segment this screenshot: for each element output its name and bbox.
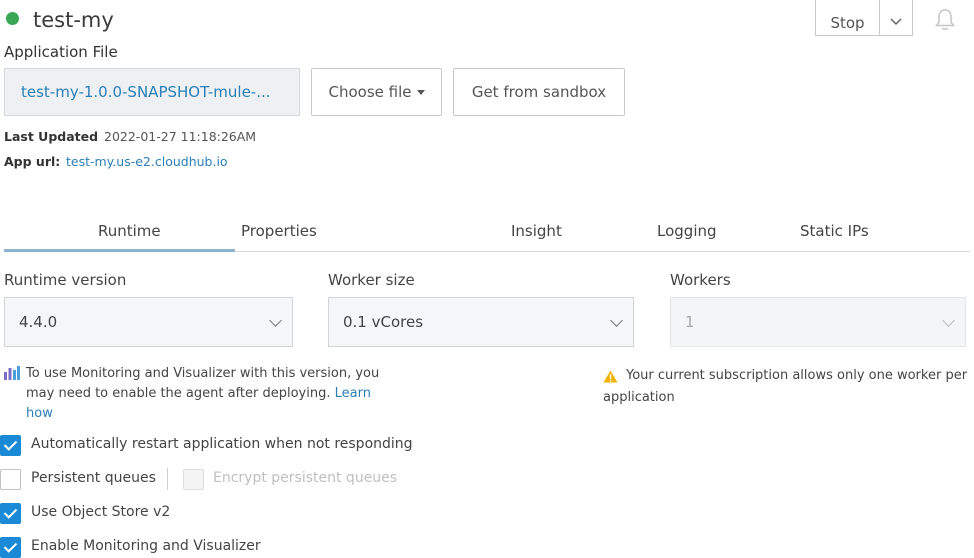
encrypt-persistent-queues-label: Encrypt persistent queues xyxy=(213,470,398,486)
worker-size-select[interactable]: 0.1 vCores xyxy=(328,297,634,347)
chevron-down-icon xyxy=(610,314,623,327)
worker-size-value: 0.1 vCores xyxy=(343,313,424,331)
active-tab-indicator xyxy=(4,249,235,252)
enable-monitoring-checkbox[interactable] xyxy=(0,537,21,558)
chevron-down-icon xyxy=(942,314,955,327)
enable-monitoring-label: Enable Monitoring and Visualizer xyxy=(31,538,261,554)
options-separator xyxy=(167,468,168,490)
tab-logging[interactable]: Logging xyxy=(657,222,717,240)
tab-runtime[interactable]: Runtime xyxy=(98,222,161,240)
runtime-version-label: Runtime version xyxy=(4,271,127,289)
caret-down-icon xyxy=(416,89,425,95)
choose-file-label: Choose file xyxy=(328,83,412,101)
chevron-down-icon xyxy=(890,18,902,26)
workers-value: 1 xyxy=(685,313,695,331)
encrypt-persistent-queues-checkbox xyxy=(183,469,204,490)
runtime-version-select[interactable]: 4.4.0 xyxy=(4,297,293,347)
tab-insight[interactable]: Insight xyxy=(511,222,562,240)
object-store-v2-checkbox[interactable] xyxy=(0,503,21,524)
status-indicator xyxy=(6,12,19,25)
app-title: test-my xyxy=(33,8,114,32)
stop-dropdown-button[interactable] xyxy=(880,0,912,36)
bell-icon[interactable] xyxy=(934,8,956,32)
stop-button-group: Stop xyxy=(815,0,913,36)
chevron-down-icon xyxy=(269,314,282,327)
runtime-version-value: 4.4.0 xyxy=(19,313,58,331)
stop-button[interactable]: Stop xyxy=(816,0,880,36)
last-updated-value: 2022-01-27 11:18:26AM xyxy=(104,129,257,144)
application-file-label: Application File xyxy=(4,43,118,61)
subscription-warning-line1: Your current subscription allows only on… xyxy=(626,368,968,383)
choose-file-button[interactable]: Choose file xyxy=(311,68,442,116)
monitoring-note: To use Monitoring and Visualizer with th… xyxy=(26,364,396,424)
chart-bars-icon xyxy=(4,366,20,380)
last-updated-label: Last Updated xyxy=(4,129,99,144)
workers-select: 1 xyxy=(670,297,966,347)
auto-restart-checkbox[interactable] xyxy=(0,435,21,456)
auto-restart-label: Automatically restart application when n… xyxy=(31,436,413,452)
persistent-queues-label: Persistent queues xyxy=(31,470,156,486)
monitoring-note-text: To use Monitoring and Visualizer with th… xyxy=(26,366,380,401)
subscription-warning-line2: application xyxy=(603,390,675,405)
tab-properties[interactable]: Properties xyxy=(241,222,317,240)
app-url-label: App url: xyxy=(4,154,61,169)
app-url-link[interactable]: test-my.us-e2.cloudhub.io xyxy=(66,154,228,169)
application-file-name: test-my-1.0.0-SNAPSHOT-mule-... xyxy=(4,68,300,116)
persistent-queues-checkbox[interactable] xyxy=(0,469,21,490)
object-store-v2-label: Use Object Store v2 xyxy=(31,504,171,520)
workers-label: Workers xyxy=(670,271,731,289)
worker-size-label: Worker size xyxy=(328,271,415,289)
get-from-sandbox-button[interactable]: Get from sandbox xyxy=(453,68,625,116)
warning-icon xyxy=(603,370,618,383)
tab-static-ips[interactable]: Static IPs xyxy=(800,222,869,240)
